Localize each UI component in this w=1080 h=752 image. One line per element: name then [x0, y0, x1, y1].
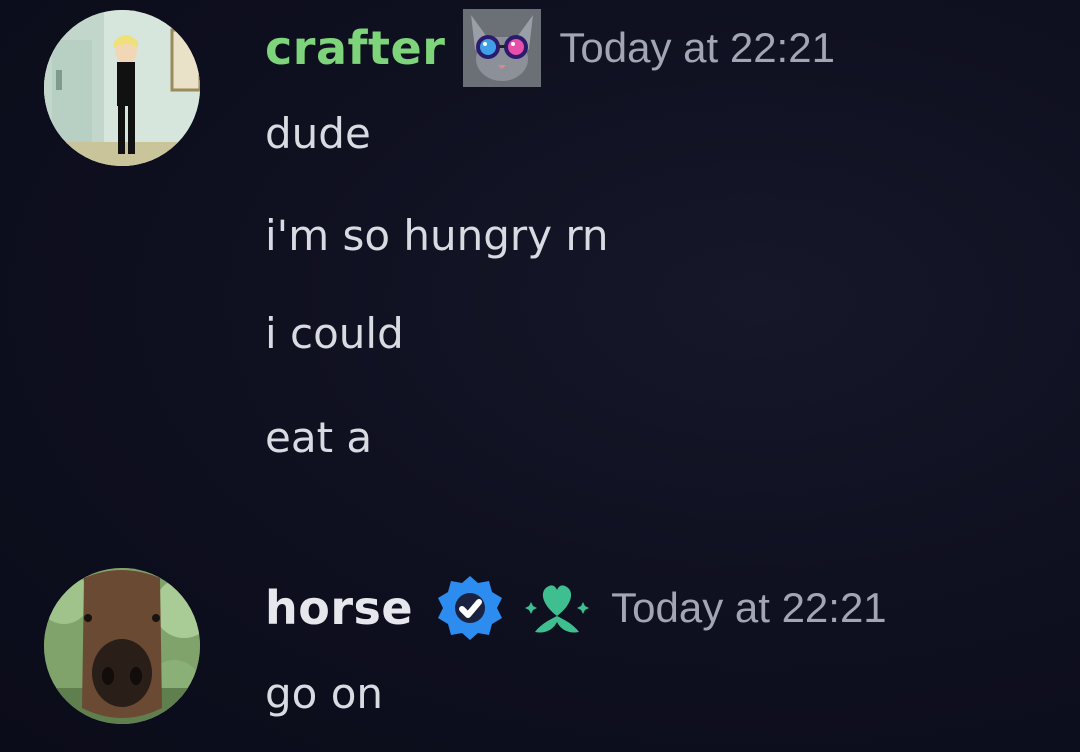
cat-with-galaxy-glasses-icon[interactable] — [463, 9, 542, 87]
avatar-crafter[interactable] — [44, 10, 200, 166]
avatar-horse-image — [44, 568, 200, 724]
message-line: i'm so hungry rn — [265, 211, 609, 260]
message-group-crafter: crafter Today at 22:21 dude i'm so hungr… — [0, 0, 1080, 520]
avatar-crafter-image — [44, 10, 200, 166]
avatar-horse[interactable] — [44, 568, 200, 724]
username-horse[interactable]: horse — [265, 578, 413, 638]
timestamp-horse: Today at 22:21 — [611, 584, 887, 631]
message-header-horse: horse Today at 22:21 — [265, 576, 887, 640]
message-line: dude — [265, 109, 371, 158]
username-crafter[interactable]: crafter — [265, 18, 445, 78]
message-header-crafter: crafter Today at 22:21 — [265, 9, 835, 87]
timestamp-crafter: Today at 22:21 — [559, 24, 835, 71]
message-line: go on — [265, 669, 384, 718]
verified-check-icon[interactable] — [435, 573, 505, 643]
message-group-horse: horse Today at 22:21 go on — [0, 560, 1080, 752]
message-line: i could — [265, 309, 404, 358]
green-heart-flower-icon[interactable] — [521, 572, 593, 644]
message-line: eat a — [265, 413, 373, 462]
